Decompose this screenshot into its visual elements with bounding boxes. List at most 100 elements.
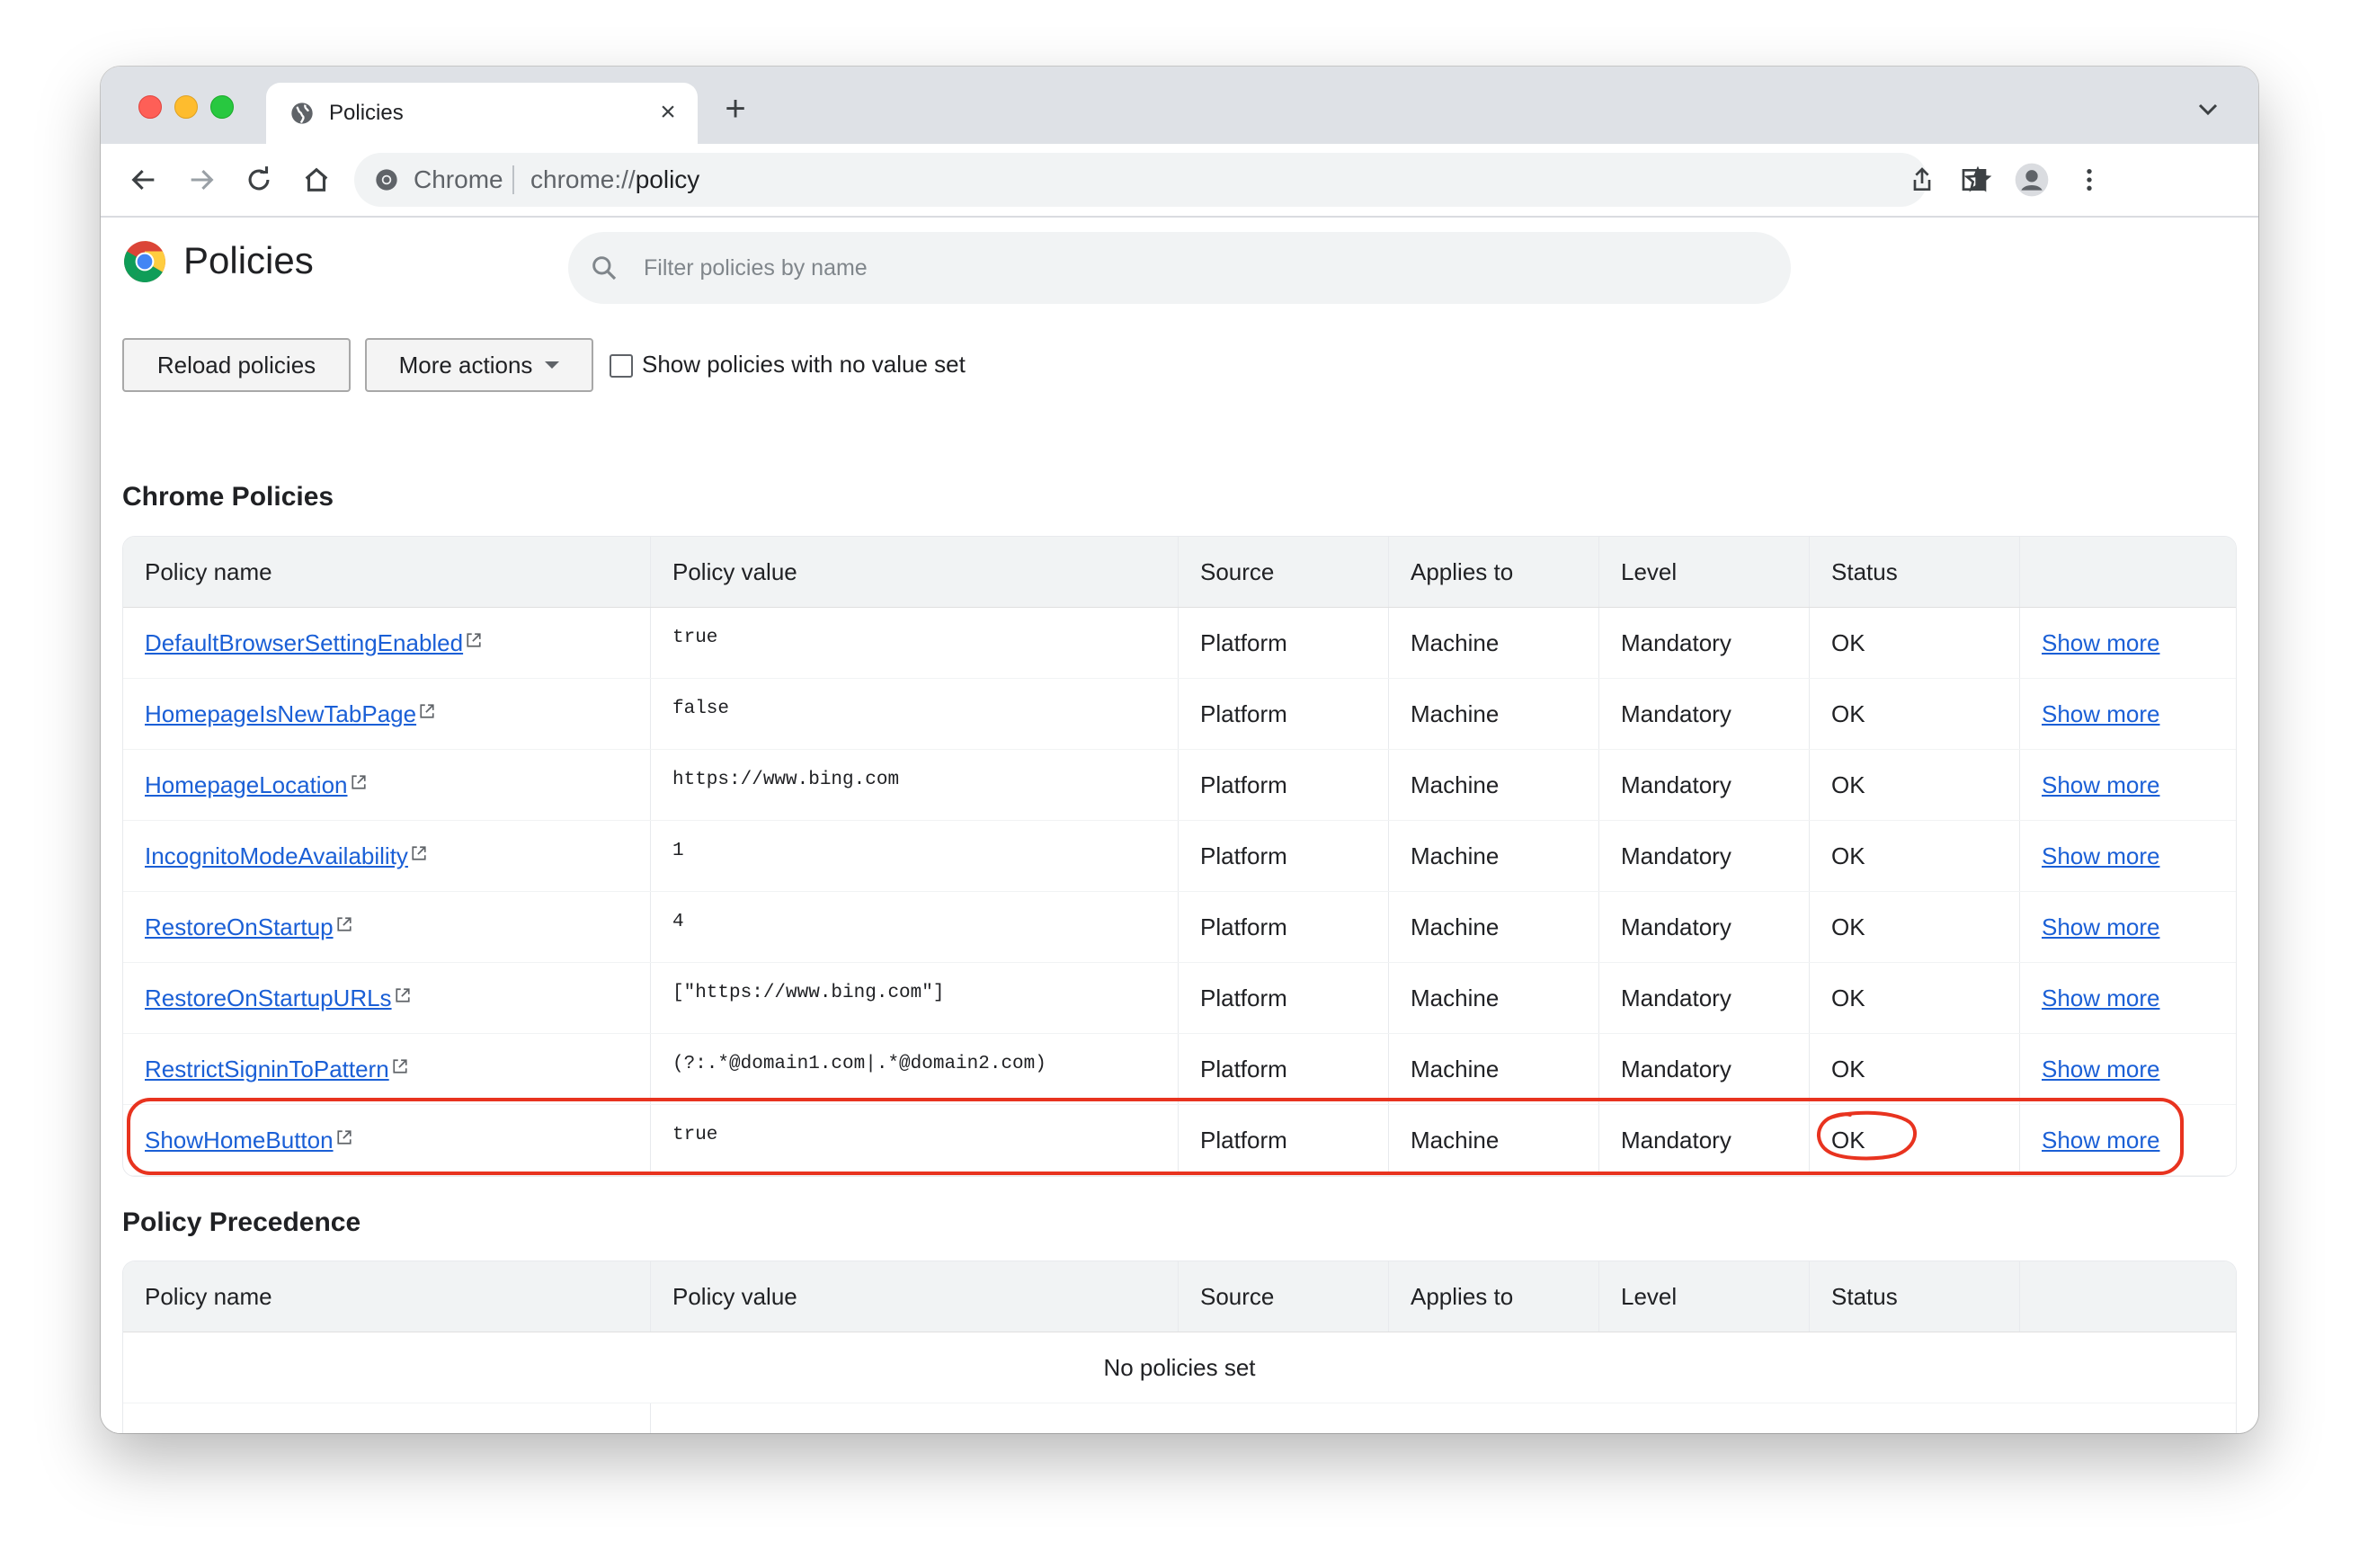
reload-policies-button[interactable]: Reload policies (122, 338, 351, 392)
address-bar[interactable]: Chrome chrome://policy (354, 153, 1992, 207)
applies-to-cell: Machine (1389, 1034, 1599, 1104)
show-more-link[interactable]: Show more (2042, 984, 2160, 1012)
policy-name-link[interactable]: HomepageIsNewTabPage (145, 700, 416, 728)
table-row: RestoreOnStartupURLs ["https://www.bing.c… (123, 963, 2236, 1034)
show-unset-label[interactable]: Show policies with no value set (642, 351, 966, 379)
policy-name-link[interactable]: HomepageLocation (145, 771, 348, 799)
filter-policies-input[interactable] (644, 232, 1758, 304)
chrome-policies-title: Chrome Policies (122, 482, 334, 512)
policy-name-cell: HomepageIsNewTabPage (123, 679, 651, 749)
reload-policies-label: Reload policies (156, 351, 316, 379)
policy-name-link[interactable]: ShowHomeButton (145, 1127, 334, 1154)
avatar-icon (2015, 163, 2049, 197)
column-header: Policy name (123, 537, 651, 607)
page-content: Policies Reload policies More actions Sh… (101, 218, 2258, 1433)
table-row-partial (123, 1403, 2236, 1433)
status-cell: OK (1810, 892, 2020, 962)
column-header: Policy value (651, 1261, 1179, 1332)
column-header: Applies to (1389, 537, 1599, 607)
chevron-down-icon[interactable] (2195, 101, 2221, 119)
show-more-link[interactable]: Show more (2042, 1056, 2160, 1083)
close-window-button[interactable] (138, 95, 162, 119)
reload-button[interactable] (239, 160, 279, 200)
policy-value-cell: (?:.*@domain1.com|.*@domain2.com) (651, 1034, 1179, 1104)
side-panel-icon (1962, 169, 1987, 191)
home-button[interactable] (297, 160, 336, 200)
share-icon[interactable] (1908, 165, 1936, 194)
applies-to-cell: Machine (1389, 892, 1599, 962)
external-link-icon (393, 1059, 407, 1074)
tab-title: Policies (329, 101, 404, 125)
reload-icon (248, 166, 270, 191)
forward-button[interactable] (182, 160, 221, 200)
level-cell: Mandatory (1599, 1105, 1810, 1175)
more-actions-button[interactable]: More actions (365, 338, 593, 392)
filter-box (568, 232, 1791, 304)
policy-value-cell: false (651, 679, 1179, 749)
policy-value-cell: 1 (651, 821, 1179, 891)
source-cell: Platform (1179, 1105, 1389, 1175)
minimize-window-button[interactable] (174, 95, 198, 119)
show-more-link[interactable]: Show more (2042, 1127, 2160, 1154)
tab-policies[interactable]: Policies × (266, 83, 698, 144)
page-title: Policies (183, 239, 314, 281)
table-header: Policy name Policy value Source Applies … (123, 1261, 2236, 1332)
policy-name-link[interactable]: IncognitoModeAvailability (145, 842, 408, 870)
show-more-link[interactable]: Show more (2042, 700, 2160, 728)
status-cell: OK (1810, 1034, 2020, 1104)
policy-name-link[interactable]: DefaultBrowserSettingEnabled (145, 629, 463, 657)
policy-name-cell: RestoreOnStartupURLs (123, 963, 651, 1033)
source-cell: Platform (1179, 608, 1389, 678)
maximize-window-button[interactable] (210, 95, 234, 119)
profile-button[interactable] (2012, 160, 2052, 200)
policy-value-cell: true (651, 608, 1179, 678)
source-cell: Platform (1179, 963, 1389, 1033)
globe-icon (291, 102, 313, 124)
column-header: Level (1599, 537, 1810, 607)
source-cell: Platform (1179, 750, 1389, 820)
new-tab-button[interactable]: + (717, 91, 753, 128)
column-header: Policy value (651, 537, 1179, 607)
column-header-empty (2020, 537, 2236, 607)
column-header: Status (1810, 537, 2020, 607)
column-header: Level (1599, 1261, 1810, 1332)
close-tab-icon[interactable]: × (651, 95, 685, 129)
policy-name-link[interactable]: RestrictSigninToPattern (145, 1056, 389, 1083)
toolbar: Chrome chrome://policy (101, 144, 2258, 218)
side-panel-button[interactable] (1954, 160, 1994, 200)
policy-name-cell: ShowHomeButton (123, 1105, 651, 1175)
show-more-link[interactable]: Show more (2042, 913, 2160, 941)
menu-button[interactable] (2070, 160, 2109, 200)
show-more-cell: Show more (2020, 963, 2236, 1033)
search-icon (592, 256, 617, 281)
policy-name-link[interactable]: RestoreOnStartup (145, 913, 334, 941)
tab-strip: Policies × + (101, 67, 2258, 144)
policy-name-link[interactable]: RestoreOnStartupURLs (145, 984, 392, 1012)
source-cell: Platform (1179, 892, 1389, 962)
forward-arrow-icon (191, 169, 214, 191)
show-more-link[interactable]: Show more (2042, 842, 2160, 870)
back-button[interactable] (124, 160, 164, 200)
external-link-icon (336, 1130, 352, 1145)
show-more-link[interactable]: Show more (2042, 771, 2160, 799)
column-header: Policy name (123, 1261, 651, 1332)
table-row: HomepageLocation https://www.bing.com Plat… (123, 750, 2236, 821)
show-more-cell: Show more (2020, 1105, 2236, 1175)
status-cell: OK (1810, 608, 2020, 678)
table-row: HomepageIsNewTabPage false Platform Machine… (123, 679, 2236, 750)
policy-name-cell: IncognitoModeAvailability (123, 821, 651, 891)
chrome-policies-table: Policy name Policy value Source Applies … (122, 536, 2237, 1177)
column-header: Source (1179, 537, 1389, 607)
status-cell: OK (1810, 679, 2020, 749)
policy-precedence-title: Policy Precedence (122, 1207, 361, 1237)
level-cell: Mandatory (1599, 821, 1810, 891)
show-more-cell: Show more (2020, 750, 2236, 820)
show-more-link[interactable]: Show more (2042, 629, 2160, 657)
url-text: chrome://policy (530, 165, 700, 193)
browser-window: Policies × + Chrome chrome://policy Poli… (101, 67, 2258, 1433)
show-more-cell: Show more (2020, 892, 2236, 962)
show-unset-checkbox[interactable] (610, 354, 633, 378)
applies-to-cell: Machine (1389, 1105, 1599, 1175)
policy-value-cell: 4 (651, 892, 1179, 962)
policy-precedence-table: Policy name Policy value Source Applies … (122, 1261, 2237, 1433)
